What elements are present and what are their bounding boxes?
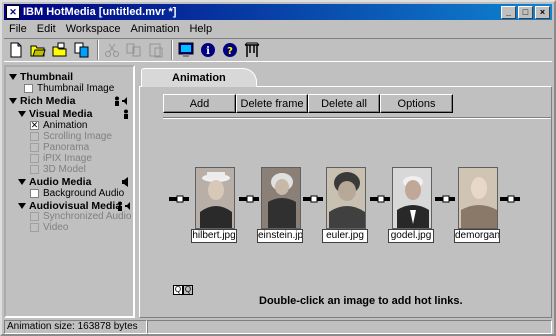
maximize-button[interactable]: □ [518, 5, 533, 19]
frame-thumbnail[interactable]: euler.jpg [322, 167, 370, 243]
tree-item-scrolling-image[interactable]: Scrolling Image [30, 131, 112, 142]
zoom-out-icon[interactable]: Q [183, 285, 193, 295]
tree-item-animation[interactable]: ✕ Animation [30, 120, 87, 131]
frame-filename: hilbert.jpg [191, 229, 237, 243]
checkbox[interactable] [30, 143, 39, 152]
tab-animation[interactable]: Animation [141, 68, 257, 87]
expand-triangle-icon[interactable] [9, 73, 17, 80]
tree-item-3d-model[interactable]: 3D Model [30, 164, 86, 175]
duplicate-icon[interactable] [124, 40, 144, 60]
open-folder-icon[interactable] [28, 40, 48, 60]
status-text: Animation size: 163878 bytes [4, 320, 147, 334]
checkbox[interactable] [30, 154, 39, 163]
delete-all-button[interactable]: Delete all [308, 94, 380, 113]
person-icon [124, 109, 128, 119]
toolbar-separator [97, 40, 99, 60]
toolbar-separator [171, 40, 173, 60]
frame-thumbnail[interactable]: demorgan [454, 167, 502, 243]
frame-thumbnail[interactable]: godel.jpg [388, 167, 436, 243]
close-button[interactable]: × [535, 5, 550, 19]
minimize-button[interactable]: _ [501, 5, 516, 19]
tree-node-audio-media[interactable]: Audio Media [18, 176, 91, 188]
new-file-icon[interactable] [6, 40, 26, 60]
animation-button-row: Add Delete frame Delete all Options [163, 94, 453, 113]
help-icon[interactable]: ? [220, 40, 240, 60]
window-title: IBM HotMedia [untitled.mvr *] [23, 6, 177, 18]
expand-triangle-icon[interactable] [9, 97, 17, 104]
tree-node-visual-media[interactable]: Visual Media [18, 108, 92, 120]
add-button[interactable]: Add [163, 94, 236, 113]
menu-bar: File Edit Workspace Animation Help [4, 20, 552, 37]
animation-editor: Animation Add Delete frame Delete all Op… [137, 65, 552, 318]
person-speaker-icon [115, 96, 127, 106]
tree-item-video[interactable]: Video [30, 222, 68, 233]
toolbar: i ? [4, 38, 552, 62]
title-bar[interactable]: ✕ IBM HotMedia [untitled.mvr *] _ □ × [4, 4, 552, 20]
media-type-tree: Thumbnail Thumbnail Image Rich Media Vis… [4, 65, 135, 318]
frame-filename: einstein.jp [257, 229, 303, 243]
checkbox[interactable] [30, 212, 39, 221]
hint-text: Double-click an image to add hot links. [259, 295, 463, 307]
zoom-in-icon[interactable]: Q [173, 285, 183, 295]
portrait-photo [326, 167, 366, 229]
expand-triangle-icon[interactable] [18, 110, 26, 117]
open-project-icon[interactable] [50, 40, 70, 60]
tree-item-background-audio[interactable]: Background Audio [30, 188, 124, 199]
person-speaker-icon [118, 201, 130, 211]
frame-link-icon [239, 195, 259, 203]
expand-triangle-icon[interactable] [18, 202, 26, 209]
delete-frame-button[interactable]: Delete frame [236, 94, 308, 113]
zoom-control[interactable]: Q Q [173, 285, 193, 295]
checkbox[interactable] [30, 165, 39, 174]
tree-item-thumbnail-image[interactable]: Thumbnail Image [24, 83, 114, 94]
checkbox[interactable] [30, 132, 39, 141]
frame-thumbnail[interactable]: einstein.jp [257, 167, 305, 243]
status-bar: Animation size: 163878 bytes [4, 320, 552, 334]
tree-node-audiovisual-media[interactable]: Audiovisual Media [18, 200, 121, 212]
frame-strip: hilbert.jpg einstein.jp euler.jpg godel.… [169, 167, 549, 245]
frame-filename: godel.jpg [388, 229, 434, 243]
menu-workspace[interactable]: Workspace [61, 23, 126, 35]
svg-text:?: ? [227, 46, 233, 57]
copy-icon[interactable] [72, 40, 92, 60]
portrait-photo [458, 167, 498, 229]
info-icon[interactable]: i [198, 40, 218, 60]
status-pane-empty [147, 320, 552, 334]
menu-help[interactable]: Help [184, 23, 217, 35]
divider [163, 117, 551, 119]
frame-filename: demorgan [454, 229, 500, 243]
app-window: ✕ IBM HotMedia [untitled.mvr *] _ □ × Fi… [0, 0, 556, 336]
tree-item-ipix-image[interactable]: iPIX Image [30, 153, 92, 164]
frame-link-icon [435, 195, 455, 203]
menu-file[interactable]: File [4, 23, 32, 35]
menu-animation[interactable]: Animation [126, 23, 185, 35]
expand-triangle-icon[interactable] [18, 178, 26, 185]
checkbox[interactable] [24, 84, 33, 93]
tree-node-thumbnail[interactable]: Thumbnail [9, 71, 73, 83]
frame-thumbnail[interactable]: hilbert.jpg [191, 167, 239, 243]
portrait-photo [195, 167, 235, 229]
tree-item-panorama[interactable]: Panorama [30, 142, 89, 153]
checkbox[interactable] [30, 189, 39, 198]
app-icon[interactable]: ✕ [6, 5, 20, 19]
menu-edit[interactable]: Edit [32, 23, 61, 35]
frame-filename: euler.jpg [322, 229, 368, 243]
tree-item-synchronized-audio[interactable]: Synchronized Audio [30, 211, 131, 222]
frame-link-icon [370, 195, 390, 203]
frame-link-icon [303, 195, 323, 203]
options-button[interactable]: Options [380, 94, 453, 113]
portrait-photo [392, 167, 432, 229]
monitor-icon[interactable] [176, 40, 196, 60]
paste-icon[interactable] [146, 40, 166, 60]
checkbox-checked[interactable]: ✕ [30, 121, 39, 130]
svg-text:i: i [206, 46, 210, 57]
gate-icon[interactable] [242, 40, 262, 60]
cut-icon[interactable] [102, 40, 122, 60]
frame-link-icon [169, 195, 189, 203]
speaker-icon [122, 177, 128, 187]
checkbox[interactable] [30, 223, 39, 232]
frame-link-icon [500, 195, 520, 203]
tree-node-rich-media[interactable]: Rich Media [9, 95, 75, 107]
portrait-photo [261, 167, 301, 229]
